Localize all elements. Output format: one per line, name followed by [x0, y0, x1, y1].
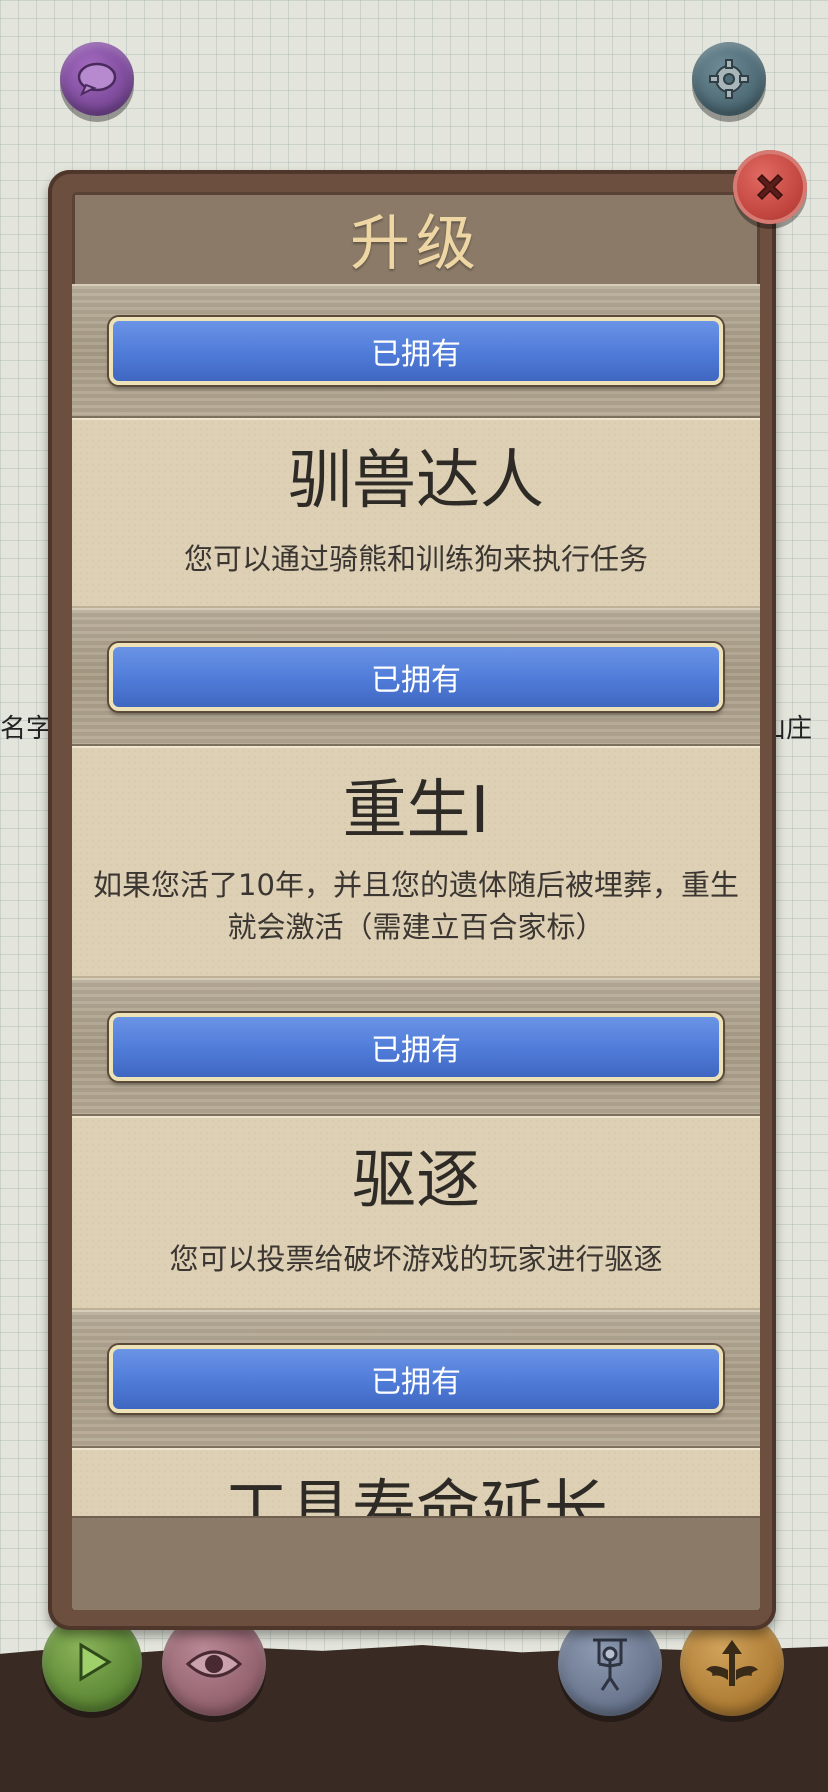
upgrade-title: 重生I [342, 773, 490, 848]
upgrade-status-row: 已拥有 [72, 284, 760, 418]
upgrade-title: 驱逐 [352, 1143, 480, 1218]
upgrade-description: 您可以通过骑熊和训练狗来执行任务 [183, 542, 648, 577]
upgrade-status-row: 已拥有 [72, 1310, 760, 1448]
play-icon [79, 1642, 112, 1682]
upgrade-status-row: 已拥有 [72, 978, 760, 1116]
upgrades-dialog: 升级 已拥有 驯兽达人 您可以通过骑熊和训练狗来执行任务 已拥有 重生I 如果您… [72, 192, 760, 1610]
dialog-footer [72, 1518, 760, 1610]
owned-button[interactable]: 已拥有 [109, 1345, 723, 1413]
upgrade-status-row: 已拥有 [72, 608, 760, 746]
upgrade-card: 驯兽达人 您可以通过骑熊和训练狗来执行任务 [72, 418, 760, 608]
chat-button[interactable] [60, 42, 134, 116]
owned-button[interactable]: 已拥有 [109, 317, 723, 385]
eye-icon [185, 1650, 243, 1678]
chat-bubble-icon [77, 62, 117, 97]
upgrade-title: 驯兽达人 [288, 443, 544, 518]
upgrades-list[interactable]: 已拥有 驯兽达人 您可以通过骑熊和训练狗来执行任务 已拥有 重生I 如果您活了1… [72, 284, 760, 1610]
dialog-title: 升级 [350, 208, 482, 279]
close-icon [756, 173, 784, 201]
background-name-label: 名字 [0, 714, 53, 744]
upgrade-description: 您可以投票给破坏游戏的玩家进行驱逐 [169, 1242, 663, 1277]
winged-arrow-icon [706, 1640, 758, 1686]
upgrade-card: 驱逐 您可以投票给破坏游戏的玩家进行驱逐 [72, 1116, 760, 1310]
owned-button[interactable]: 已拥有 [109, 643, 723, 711]
puppet-icon [593, 1638, 627, 1691]
upgrade-card: 重生I 如果您活了10年，并且您的遗体随后被埋葬，重生就会激活（需建立百合家标） [72, 746, 760, 978]
gear-icon [709, 59, 749, 99]
upgrade-description: 如果您活了10年，并且您的遗体随后被埋葬，重生就会激活（需建立百合家标） [93, 868, 739, 945]
close-button[interactable] [733, 150, 807, 224]
owned-button[interactable]: 已拥有 [109, 1013, 723, 1081]
settings-button[interactable] [692, 42, 766, 116]
